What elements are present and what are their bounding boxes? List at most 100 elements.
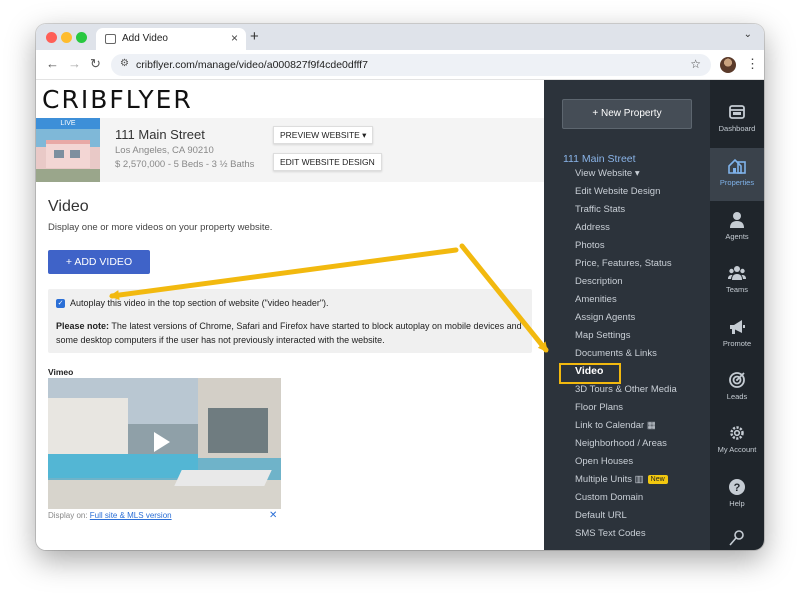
video-scene-lounger bbox=[174, 470, 272, 486]
sidebar-item-amenities[interactable]: Amenities bbox=[575, 294, 617, 305]
rail-label: Leads bbox=[726, 392, 748, 401]
maximize-window-button[interactable] bbox=[76, 32, 87, 43]
browser-toolbar: ← → ↻ ⚙ cribflyer.com/manage/video/a0008… bbox=[36, 50, 764, 80]
page-favicon-icon bbox=[105, 34, 116, 44]
site-info-icon[interactable]: ⚙ bbox=[120, 58, 129, 69]
remove-video-icon[interactable]: ✕ bbox=[269, 510, 277, 521]
sidebar-item-view-website[interactable]: View Website ▾ bbox=[575, 168, 640, 179]
new-badge: New bbox=[647, 475, 668, 484]
video-scene-building bbox=[48, 398, 128, 456]
sidebar-item-sms-text-codes[interactable]: SMS Text Codes bbox=[575, 528, 646, 539]
sidebar-item-open-houses[interactable]: Open Houses bbox=[575, 456, 633, 467]
rail-item-properties[interactable]: Properties bbox=[710, 148, 764, 201]
edit-website-design-button[interactable]: EDIT WEBSITE DESIGN bbox=[273, 153, 382, 171]
property-thumbnail[interactable]: LIVE bbox=[36, 118, 100, 182]
rail-label: Agents bbox=[725, 232, 749, 241]
page-description: Display one or more videos on your prope… bbox=[48, 222, 273, 233]
property-title: 111 Main Street bbox=[115, 127, 205, 142]
agent-icon bbox=[730, 212, 744, 228]
sidebar-item-address[interactable]: Address bbox=[575, 222, 610, 233]
target-icon bbox=[729, 372, 745, 388]
add-video-button[interactable]: + ADD VIDEO bbox=[48, 250, 150, 274]
sidebar-item-custom-domain[interactable]: Custom Domain bbox=[575, 492, 643, 503]
sidebar-item-traffic-stats[interactable]: Traffic Stats bbox=[575, 204, 625, 215]
minimize-window-button[interactable] bbox=[61, 32, 72, 43]
house-window bbox=[54, 150, 64, 158]
browser-tab[interactable]: Add Video × bbox=[96, 28, 246, 50]
note-body: The latest versions of Chrome, Safari an… bbox=[56, 321, 522, 345]
rail-item-key[interactable] bbox=[710, 520, 764, 550]
play-icon[interactable] bbox=[154, 432, 170, 452]
sidebar-item-price-features-status[interactable]: Price, Features, Status bbox=[575, 258, 672, 269]
preview-website-button[interactable]: PREVIEW WEBSITE ▾ bbox=[273, 126, 374, 144]
multiple-units-label: Multiple Units bbox=[575, 474, 633, 485]
sidebar-item-link-to-calendar[interactable]: Link to Calendar ▦ bbox=[575, 420, 656, 431]
sidebar-item-map-settings[interactable]: Map Settings bbox=[575, 330, 630, 341]
rail-item-teams[interactable]: Teams bbox=[710, 255, 764, 308]
video-scene-pool bbox=[48, 454, 198, 478]
sidebar-item-photos[interactable]: Photos bbox=[575, 240, 605, 251]
properties-icon bbox=[728, 158, 746, 174]
page-title: Video bbox=[48, 198, 89, 215]
autoplay-notice: ✓ Autoplay this video in the top section… bbox=[48, 289, 532, 353]
rail-item-help[interactable]: ? Help bbox=[710, 469, 764, 522]
url-text: cribflyer.com/manage/video/a000827f9f4cd… bbox=[136, 59, 368, 71]
new-tab-icon[interactable]: + bbox=[250, 28, 259, 45]
close-window-button[interactable] bbox=[46, 32, 57, 43]
rail-label: Dashboard bbox=[718, 124, 756, 133]
sidebar-item-multiple-units[interactable]: Multiple Units ▥ New bbox=[575, 474, 668, 485]
rail-item-agents[interactable]: Agents bbox=[710, 202, 764, 255]
help-icon: ? bbox=[729, 479, 745, 495]
live-badge: LIVE bbox=[36, 118, 100, 129]
page-content: CRIBFLYER LIVE 111 Main Street Los Angel… bbox=[36, 80, 764, 550]
icon-rail: Dashboard Properties Agents Teams Promot… bbox=[710, 80, 764, 550]
video-thumbnail[interactable] bbox=[48, 378, 281, 509]
key-icon bbox=[729, 530, 744, 546]
dashboard-icon bbox=[729, 105, 745, 119]
display-on-row: Display on: Full site & MLS version bbox=[48, 511, 172, 520]
rail-item-leads[interactable]: Leads bbox=[710, 362, 764, 415]
tab-title: Add Video bbox=[122, 33, 168, 44]
teams-icon bbox=[728, 266, 746, 280]
house-image bbox=[46, 140, 90, 168]
property-sidebar: + New Property 111 Main Street View Webs… bbox=[544, 80, 710, 550]
browser-menu-icon[interactable]: ⋮ bbox=[746, 56, 759, 72]
rail-label: Help bbox=[729, 499, 745, 508]
brand-logo[interactable]: CRIBFLYER bbox=[42, 85, 193, 114]
sidebar-item-assign-agents[interactable]: Assign Agents bbox=[575, 312, 635, 323]
reload-icon[interactable]: ↻ bbox=[90, 56, 101, 72]
gear-icon bbox=[730, 426, 744, 440]
tab-close-icon[interactable]: × bbox=[231, 31, 238, 45]
rail-item-dashboard[interactable]: Dashboard bbox=[710, 94, 764, 147]
rail-label: My Account bbox=[717, 445, 757, 454]
sidebar-property-link[interactable]: 111 Main Street bbox=[563, 153, 636, 165]
autoplay-label[interactable]: Autoplay this video in the top section o… bbox=[70, 298, 329, 308]
calendar-icon: ▦ bbox=[646, 420, 656, 431]
sidebar-item-default-url[interactable]: Default URL bbox=[575, 510, 627, 521]
address-bar[interactable]: ⚙ cribflyer.com/manage/video/a000827f9f4… bbox=[111, 54, 711, 76]
bookmark-star-icon[interactable]: ☆ bbox=[690, 57, 701, 71]
sidebar-item-documents-links[interactable]: Documents & Links bbox=[575, 348, 657, 359]
sidebar-item-floor-plans[interactable]: Floor Plans bbox=[575, 402, 623, 413]
property-stats: $ 2,570,000 - 5 Beds - 3 ½ Baths bbox=[115, 159, 255, 170]
sidebar-item-edit-website-design[interactable]: Edit Website Design bbox=[575, 186, 660, 197]
sidebar-item-3d-tours[interactable]: 3D Tours & Other Media bbox=[575, 384, 677, 395]
rail-label: Promote bbox=[722, 339, 752, 348]
autoplay-note: Please note: The latest versions of Chro… bbox=[56, 319, 526, 347]
megaphone-icon bbox=[730, 320, 745, 334]
autoplay-checkbox[interactable]: ✓ bbox=[56, 299, 65, 308]
rail-item-promote[interactable]: Promote bbox=[710, 309, 764, 362]
forward-arrow-icon[interactable]: → bbox=[68, 56, 81, 71]
rail-label: Properties bbox=[719, 178, 755, 187]
sidebar-item-neighborhood[interactable]: Neighborhood / Areas bbox=[575, 438, 667, 449]
display-on-link[interactable]: Full site & MLS version bbox=[90, 511, 172, 520]
rail-item-my-account[interactable]: My Account bbox=[710, 415, 764, 468]
new-property-button[interactable]: + New Property bbox=[562, 99, 692, 129]
tab-list-chevron-icon[interactable]: ⌄ bbox=[744, 29, 752, 40]
calendar-link-label: Link to Calendar bbox=[575, 420, 645, 431]
back-arrow-icon[interactable]: ← bbox=[46, 56, 59, 71]
building-icon: ▥ bbox=[634, 474, 644, 485]
profile-avatar[interactable] bbox=[720, 57, 736, 73]
property-city: Los Angeles, CA 90210 bbox=[115, 145, 214, 156]
sidebar-item-description[interactable]: Description bbox=[575, 276, 623, 287]
